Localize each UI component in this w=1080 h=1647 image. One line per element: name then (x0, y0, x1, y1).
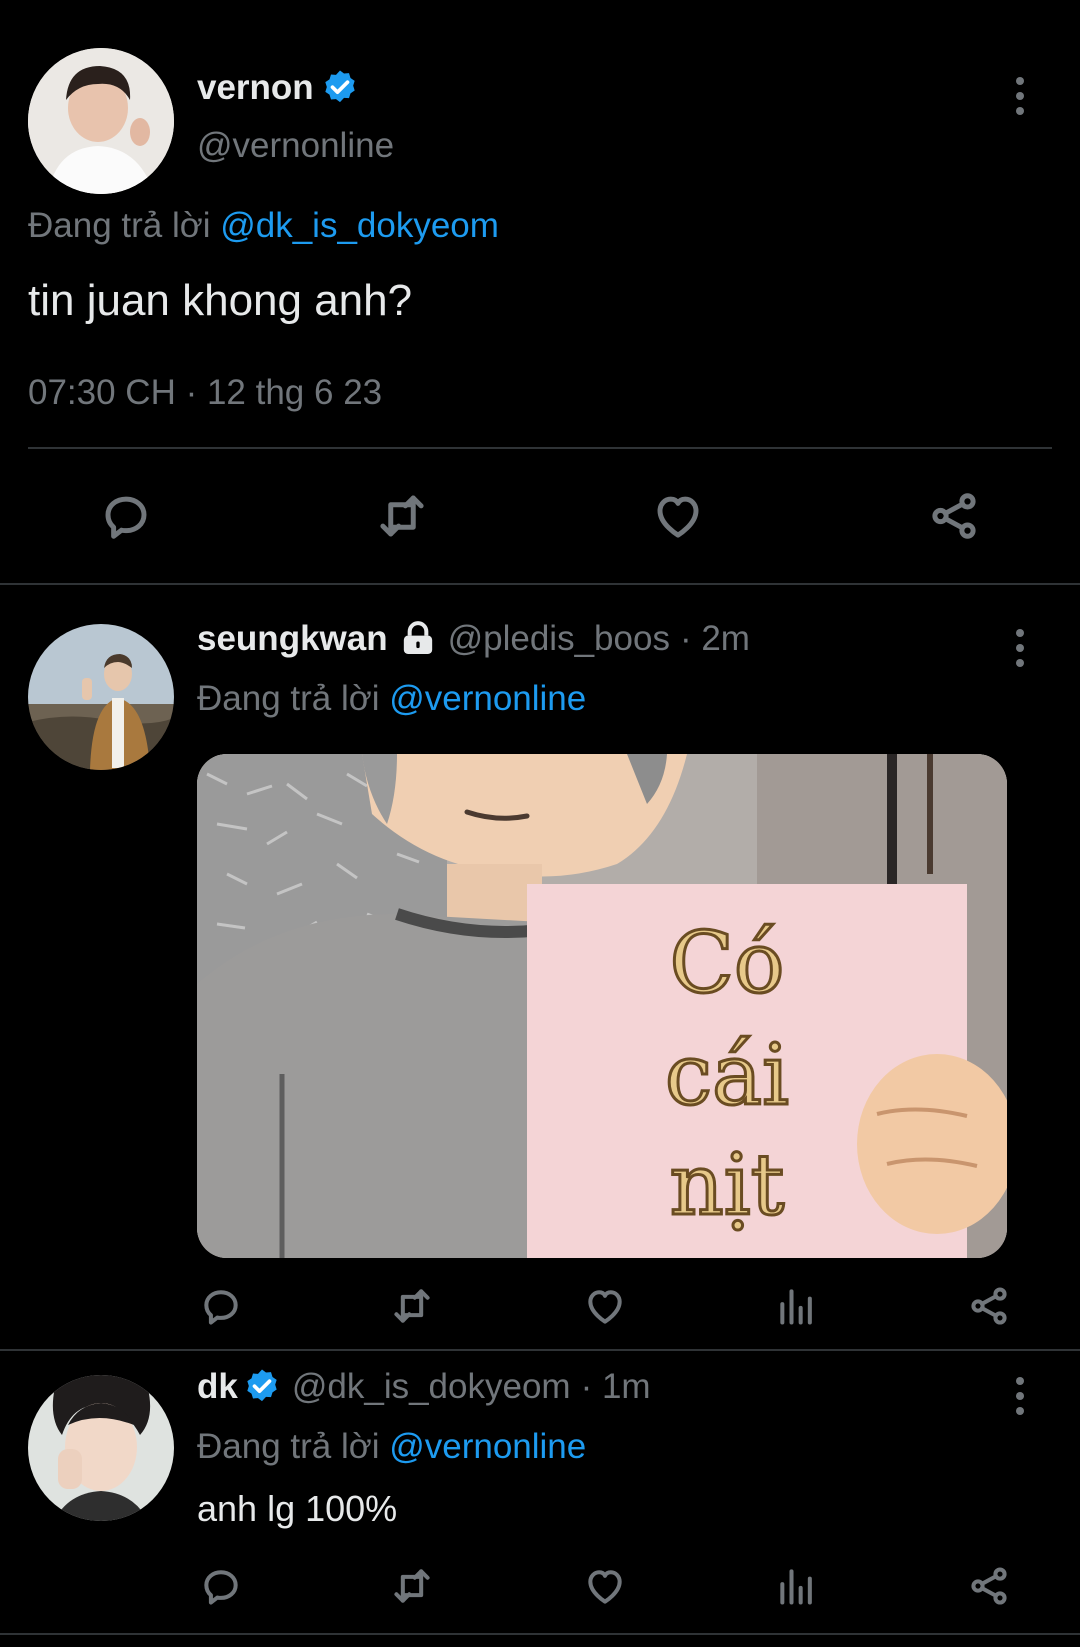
display-name[interactable]: vernon (197, 68, 314, 108)
vernon-avatar[interactable] (28, 48, 174, 194)
views-icon (780, 1569, 812, 1605)
dk-avatar[interactable] (28, 1375, 174, 1521)
views-button[interactable] (772, 1283, 822, 1329)
timestamp-divider (28, 447, 1052, 449)
tweet-text: anh lg 100% (197, 1488, 398, 1529)
tweet-text: tin juan khong anh? (28, 276, 413, 325)
replying-prefix: Đang trả lời (197, 679, 380, 718)
section-divider (0, 1633, 1080, 1635)
views-button[interactable] (772, 1563, 822, 1609)
reply-tweet-seungkwan: seungkwan @pledis_boos · 2m Đang trả lời… (0, 585, 1080, 1349)
seungkwan-avatar[interactable] (28, 624, 174, 770)
like-button[interactable] (580, 1563, 630, 1609)
reply-button[interactable] (96, 488, 156, 544)
share-button[interactable] (964, 1283, 1014, 1329)
like-icon (657, 496, 699, 538)
reply-icon (204, 1290, 238, 1325)
verified-badge-icon (325, 70, 355, 103)
share-icon (971, 1567, 1007, 1605)
handle[interactable]: @pledis_boos (448, 619, 670, 659)
reply-header: dk @dk_is_dokyeom · 1m (197, 1359, 651, 1415)
main-tweet: vernon @vernonline Đang trả lời @dk_is_d… (0, 0, 1080, 585)
like-button[interactable] (580, 1283, 630, 1329)
replying-to-line: Đang trả lời @vernonline (197, 1427, 586, 1467)
tweet-timestamp[interactable]: 07:30 CH · 12 thg 6 23 (28, 373, 382, 413)
retweet-icon (394, 1569, 430, 1603)
replying-to-line: Đang trả lời @vernonline (197, 679, 586, 719)
reply-button[interactable] (196, 1283, 246, 1329)
views-icon (780, 1289, 812, 1325)
replying-to-line: Đang trả lời @dk_is_dokyeom (28, 206, 499, 246)
sign-word-2: cái (665, 1026, 789, 1124)
like-button[interactable] (648, 488, 708, 544)
more-options-icon[interactable] (1005, 618, 1035, 678)
reply-header: seungkwan @pledis_boos · 2m (197, 611, 750, 667)
reply-icon (105, 496, 147, 539)
like-icon (588, 1290, 622, 1324)
retweet-button[interactable] (385, 1563, 439, 1609)
reply-button[interactable] (196, 1563, 246, 1609)
relative-time[interactable]: · 1m (581, 1367, 651, 1407)
lock-icon (403, 621, 432, 654)
more-options-icon[interactable] (1005, 1366, 1035, 1426)
retweet-button[interactable] (370, 488, 434, 544)
share-button[interactable] (924, 488, 984, 544)
reply-icon (204, 1570, 238, 1605)
replying-to-link[interactable]: @vernonline (389, 1427, 586, 1466)
display-name[interactable]: dk (197, 1367, 238, 1407)
share-icon (932, 493, 976, 539)
replying-prefix: Đang trả lời (197, 1427, 380, 1466)
share-icon (971, 1287, 1007, 1325)
retweet-icon (394, 1289, 430, 1323)
verified-badge-icon (247, 1369, 277, 1402)
replying-to-link[interactable]: @vernonline (389, 679, 586, 718)
retweet-icon (380, 495, 424, 537)
handle[interactable]: @vernonline (197, 126, 394, 166)
share-button[interactable] (964, 1563, 1014, 1609)
more-options-icon[interactable] (1005, 66, 1035, 126)
tweet-media-image[interactable]: Có cái nịt (197, 754, 1007, 1258)
replying-to-link[interactable]: @dk_is_dokyeom (220, 206, 499, 245)
reply-tweet-dk: dk @dk_is_dokyeom · 1m Đang trả lời @ver… (0, 1351, 1080, 1647)
sign-word-1: Có (670, 914, 785, 1012)
relative-time[interactable]: · 2m (680, 619, 750, 659)
like-icon (588, 1570, 622, 1604)
replying-prefix: Đang trả lời (28, 206, 211, 245)
display-name[interactable]: seungkwan (197, 619, 388, 659)
retweet-button[interactable] (385, 1283, 439, 1329)
sign-word-3: nịt (670, 1136, 785, 1234)
handle[interactable]: @dk_is_dokyeom (292, 1367, 571, 1407)
